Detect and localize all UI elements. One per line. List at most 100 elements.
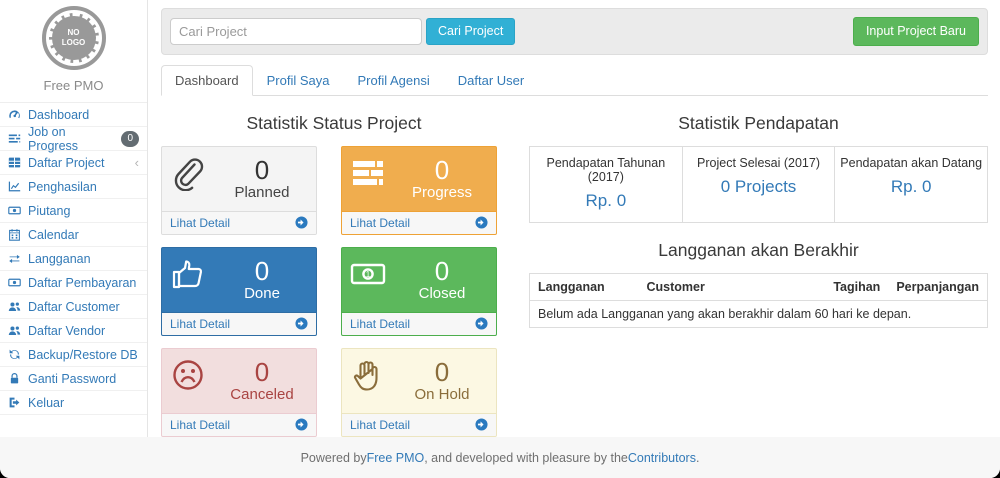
brand: NO LOGO Free PMO bbox=[0, 0, 147, 93]
subscription-header-row: Langganan Customer Tagihan Perpanjangan bbox=[530, 273, 988, 300]
free-pmo-link[interactable]: Free PMO bbox=[367, 451, 425, 465]
card-count: 0 bbox=[255, 258, 269, 285]
status-card-closed: 1 0 Closed Lihat Detail bbox=[341, 247, 497, 336]
line-chart-icon bbox=[8, 180, 22, 194]
card-count: 0 bbox=[255, 359, 269, 386]
status-section-title: Statistik Status Project bbox=[161, 113, 507, 134]
sidebar-item-backup-restore-db[interactable]: Backup/Restore DB bbox=[0, 343, 147, 367]
search-button[interactable]: Cari Project bbox=[426, 18, 515, 45]
lihat-detail-link[interactable]: Lihat Detail bbox=[342, 312, 496, 335]
sidebar-item-piutang[interactable]: Piutang bbox=[0, 199, 147, 223]
sidebar-item-penghasilan[interactable]: Penghasilan bbox=[0, 175, 147, 199]
sidebar-item-daftar-project[interactable]: Daftar Project ‹ bbox=[0, 151, 147, 175]
sidebar-item-daftar-vendor[interactable]: Daftar Vendor bbox=[0, 319, 147, 343]
footer-text-middle: , and developed with pleasure by the bbox=[424, 451, 628, 465]
tab-profil-agensi[interactable]: Profil Agensi bbox=[343, 65, 443, 96]
table-icon bbox=[8, 156, 22, 170]
lock-icon bbox=[8, 372, 22, 386]
lihat-detail-link[interactable]: Lihat Detail bbox=[162, 312, 316, 335]
sidebar-item-daftar-customer[interactable]: Daftar Customer bbox=[0, 295, 147, 319]
sidebar-item-label: Backup/Restore DB bbox=[28, 348, 138, 362]
users-icon bbox=[8, 300, 22, 314]
svg-text:1: 1 bbox=[366, 270, 371, 279]
tab-dashboard[interactable]: Dashboard bbox=[161, 65, 253, 96]
card-stat: 0 Planned bbox=[216, 151, 308, 209]
stat-label: Pendapatan Tahunan (2017) bbox=[534, 156, 678, 184]
contributors-link[interactable]: Contributors bbox=[628, 451, 696, 465]
arrow-circle-right-icon bbox=[475, 418, 488, 431]
lihat-detail-link[interactable]: Lihat Detail bbox=[342, 211, 496, 234]
users-icon bbox=[8, 324, 22, 338]
card-label: Done bbox=[244, 285, 280, 303]
stat-pendapatan-akan-datang: Pendapatan akan Datang Rp. 0 bbox=[835, 147, 987, 222]
status-card-planned: 0 Planned Lihat Detail bbox=[161, 146, 317, 235]
tab-bar: Dashboard Profil Saya Profil Agensi Daft… bbox=[161, 65, 988, 96]
sidebar-item-label: Daftar Pembayaran bbox=[28, 276, 136, 290]
stat-value: Rp. 0 bbox=[839, 177, 983, 197]
col-perpanjangan: Perpanjangan bbox=[888, 273, 987, 300]
sidebar-item-label: Dashboard bbox=[28, 108, 89, 122]
new-project-button[interactable]: Input Project Baru bbox=[853, 17, 979, 46]
status-card-progress: 0 Progress Lihat Detail bbox=[341, 146, 497, 235]
arrow-circle-right-icon bbox=[475, 317, 488, 330]
lihat-detail-label: Lihat Detail bbox=[170, 418, 230, 432]
card-stat: 0 Canceled bbox=[216, 353, 308, 411]
lihat-detail-label: Lihat Detail bbox=[350, 216, 410, 230]
refresh-icon bbox=[8, 348, 22, 362]
card-label: Canceled bbox=[230, 386, 293, 404]
arrow-circle-right-icon bbox=[295, 216, 308, 229]
sidebar-item-label: Langganan bbox=[28, 252, 91, 266]
sidebar-item-job-on-progress[interactable]: Job on Progress 0 bbox=[0, 127, 147, 151]
subscription-table: Langganan Customer Tagihan Perpanjangan … bbox=[529, 273, 988, 328]
sidebar-item-ganti-password[interactable]: Ganti Password bbox=[0, 367, 147, 391]
card-body: 0 Done bbox=[162, 248, 316, 312]
main-area: Cari Project Input Project Baru Dashboar… bbox=[149, 0, 1000, 437]
sidebar-item-langganan[interactable]: Langganan bbox=[0, 247, 147, 271]
tab-daftar-user[interactable]: Daftar User bbox=[444, 65, 538, 96]
stat-label: Project Selesai (2017) bbox=[687, 156, 831, 170]
income-section-title: Statistik Pendapatan bbox=[529, 113, 988, 134]
card-body: 0 Planned bbox=[162, 147, 316, 211]
lihat-detail-link[interactable]: Lihat Detail bbox=[342, 413, 496, 436]
subscription-section-title: Langganan akan Berakhir bbox=[529, 240, 988, 261]
frown-icon bbox=[170, 353, 216, 411]
card-stat: 0 Done bbox=[216, 252, 308, 310]
calendar-icon bbox=[8, 228, 22, 242]
card-body: 0 Progress bbox=[342, 147, 496, 211]
sidebar-item-label: Keluar bbox=[28, 396, 64, 410]
tasks-icon bbox=[350, 151, 396, 209]
sidebar-item-daftar-pembayaran[interactable]: Daftar Pembayaran bbox=[0, 271, 147, 295]
status-card-done: 0 Done Lihat Detail bbox=[161, 247, 317, 336]
paperclip-icon bbox=[170, 151, 216, 209]
sidebar-item-label: Piutang bbox=[28, 204, 70, 218]
sidebar: NO LOGO Free PMO Dashboard Job on Progre… bbox=[0, 0, 148, 437]
income-stats: Pendapatan Tahunan (2017) Rp. 0 Project … bbox=[529, 146, 988, 223]
money-icon bbox=[8, 276, 22, 290]
lihat-detail-link[interactable]: Lihat Detail bbox=[162, 413, 316, 436]
card-stat: 0 Closed bbox=[396, 252, 488, 310]
sidebar-nav: Dashboard Job on Progress 0 Daftar Proje… bbox=[0, 102, 147, 415]
stat-project-selesai: Project Selesai (2017) 0 Projects bbox=[683, 147, 836, 222]
income-column: Statistik Pendapatan Pendapatan Tahunan … bbox=[529, 96, 988, 437]
lihat-detail-link[interactable]: Lihat Detail bbox=[162, 211, 316, 234]
card-body: 0 Canceled bbox=[162, 349, 316, 413]
col-langganan: Langganan bbox=[530, 273, 639, 300]
app-name: Free PMO bbox=[0, 78, 147, 93]
search-input[interactable] bbox=[170, 18, 422, 45]
sidebar-item-dashboard[interactable]: Dashboard bbox=[0, 103, 147, 127]
sidebar-item-keluar[interactable]: Keluar bbox=[0, 391, 147, 415]
app-window: NO LOGO Free PMO Dashboard Job on Progre… bbox=[0, 0, 1000, 478]
arrow-circle-right-icon bbox=[295, 418, 308, 431]
job-count-badge: 0 bbox=[121, 131, 139, 147]
lihat-detail-label: Lihat Detail bbox=[170, 317, 230, 331]
card-stat: 0 On Hold bbox=[396, 353, 488, 411]
stat-value: 0 Projects bbox=[687, 177, 831, 197]
subscription-empty-message: Belum ada Langganan yang akan berakhir d… bbox=[530, 300, 988, 327]
dashboard-icon bbox=[8, 108, 22, 122]
sidebar-item-calendar[interactable]: Calendar bbox=[0, 223, 147, 247]
sidebar-item-label: Daftar Project bbox=[28, 156, 104, 170]
tab-profil-saya[interactable]: Profil Saya bbox=[253, 65, 344, 96]
card-body: 0 On Hold bbox=[342, 349, 496, 413]
arrow-circle-right-icon bbox=[295, 317, 308, 330]
card-body: 1 0 Closed bbox=[342, 248, 496, 312]
